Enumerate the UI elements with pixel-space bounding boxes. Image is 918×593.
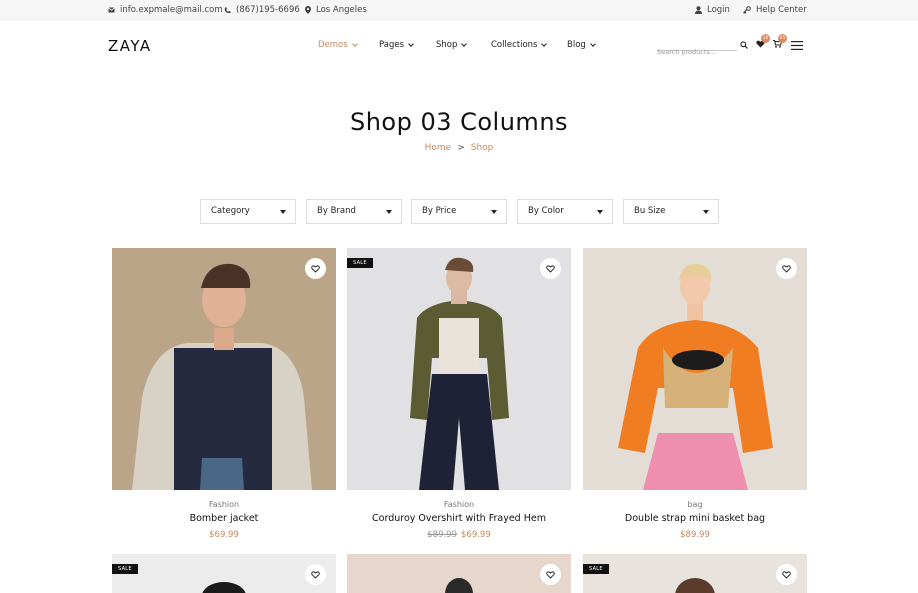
help-text: Help Center [756,5,807,15]
old-price: $89.99 [427,530,457,540]
hamburger-menu-icon[interactable] [791,41,803,50]
product-category[interactable]: Fashion [112,500,336,509]
heart-outline-icon [311,264,320,273]
current-price: $89.99 [680,530,710,540]
product-name[interactable]: Bomber jacket [112,513,336,524]
email-text: info.expmale@mail.com [120,5,223,15]
heart-outline-icon [546,264,555,273]
product-image[interactable] [112,554,336,593]
chevron-down-icon [461,41,468,47]
product-price: $89.99 [583,530,807,540]
product-category[interactable]: bag [583,500,807,509]
caret-down-icon [491,210,497,214]
heart-outline-icon [546,570,555,579]
product-name[interactable]: Double strap mini basket bag [583,513,807,524]
breadcrumb-home[interactable]: Home [425,143,452,153]
product-price: $69.99 [112,530,336,540]
product-image[interactable] [347,248,571,490]
caret-down-icon [280,210,286,214]
filter-label: Bu Size [634,206,666,216]
filter-label: By Brand [317,206,356,216]
add-to-wishlist-button[interactable] [776,564,797,585]
sale-badge: SALE [583,564,609,574]
filter-label: Category [211,206,250,216]
cart-count-badge: 05 [778,34,787,43]
filter-label: By Color [528,206,564,216]
nav-item-shop[interactable]: Shop [436,40,468,50]
nav-label: Blog [567,40,586,50]
phone-icon [224,7,231,13]
email-contact[interactable]: info.expmale@mail.com [108,5,223,15]
add-to-wishlist-button[interactable] [540,564,561,585]
product-image[interactable] [583,554,807,593]
caret-down-icon [597,210,603,214]
product-price: $89.99 $69.99 [347,530,571,540]
phone-text: (867)195-6696 [236,5,300,15]
filter-size[interactable]: Bu Size [623,199,719,224]
nav-label: Pages [379,40,405,50]
filter-color[interactable]: By Color [517,199,613,224]
current-price: $69.99 [461,530,491,540]
sale-badge: SALE [347,258,373,268]
product-image[interactable] [347,554,571,593]
product-name[interactable]: Corduroy Overshirt with Frayed Hem [347,513,571,524]
breadcrumb: Home > Shop [0,143,918,153]
product-image[interactable] [583,248,807,490]
nav-item-blog[interactable]: Blog [567,40,596,50]
product-category[interactable]: Fashion [347,500,571,509]
nav-item-collections[interactable]: Collections [491,40,548,50]
search-input[interactable] [657,46,735,58]
chevron-down-icon [408,41,414,47]
caret-down-icon [703,210,709,214]
nav-item-demos[interactable]: Demos [318,40,358,50]
filter-category[interactable]: Category [200,199,296,224]
current-price: $69.99 [209,530,239,540]
search-box [657,39,737,58]
login-text: Login [707,5,730,15]
heart-outline-icon [782,570,791,579]
chevron-down-icon [589,41,596,47]
help-icon [743,6,751,14]
mail-icon [108,7,115,13]
help-center-link[interactable]: Help Center [743,5,807,15]
heart-outline-icon [782,264,791,273]
add-to-wishlist-button[interactable] [305,564,326,585]
chevron-down-icon [541,41,548,47]
breadcrumb-separator: > [457,143,465,153]
location-contact: Los Angeles [305,5,367,15]
breadcrumb-current: Shop [470,143,494,153]
location-text: Los Angeles [316,5,367,15]
phone-contact[interactable]: (867)195-6696 [224,5,300,15]
add-to-wishlist-button[interactable] [305,258,326,279]
chevron-down-icon [351,41,358,47]
heart-outline-icon [311,570,320,579]
add-to-wishlist-button[interactable] [540,258,561,279]
nav-label: Collections [491,40,538,50]
user-icon [695,6,702,14]
login-link[interactable]: Login [695,5,730,15]
page-title: Shop 03 Columns [349,108,569,136]
add-to-wishlist-button[interactable] [776,258,797,279]
filter-brand[interactable]: By Brand [306,199,402,224]
nav-item-pages[interactable]: Pages [379,40,414,50]
caret-down-icon [386,210,392,214]
top-bar: info.expmale@mail.com (867)195-6696 Los … [0,0,918,21]
location-pin-icon [305,6,311,14]
product-image[interactable] [112,248,336,490]
nav-label: Demos [318,40,348,50]
filter-label: By Price [422,206,457,216]
filter-price[interactable]: By Price [411,199,507,224]
wishlist-count-badge: 10 [761,34,770,43]
nav-label: Shop [436,40,458,50]
sale-badge: SALE [112,564,138,574]
search-icon[interactable] [740,41,748,49]
